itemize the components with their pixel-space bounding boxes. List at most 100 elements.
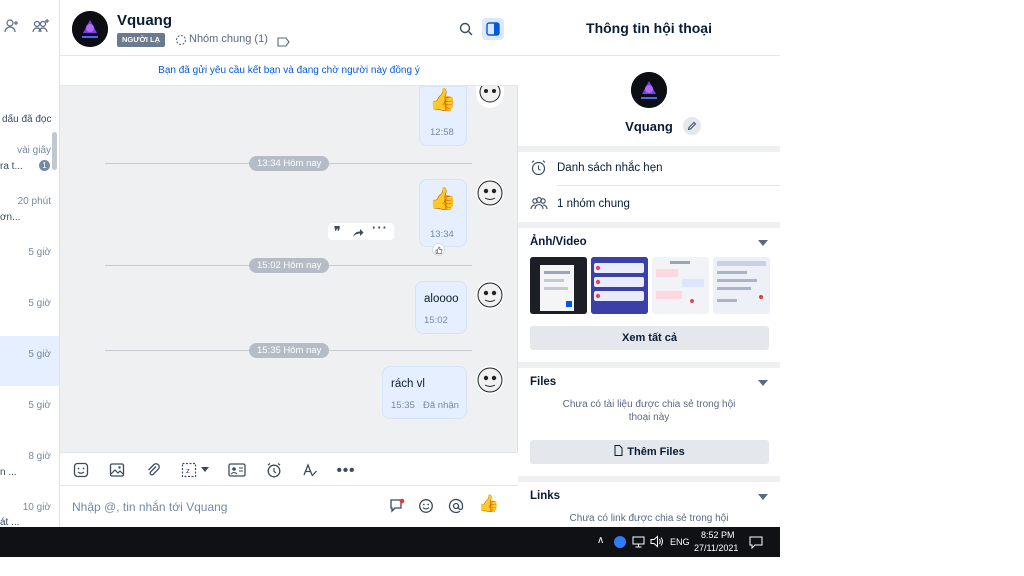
blank-area bbox=[780, 0, 1024, 576]
list-item[interactable]: 10 giờ át ... bbox=[0, 502, 59, 527]
create-group-icon[interactable] bbox=[32, 18, 50, 38]
friend-request-notice: Bạn đã gửi yêu cầu kết bạn và đang chờ n… bbox=[60, 56, 518, 86]
see-all-media-button[interactable]: Xem tất cả bbox=[530, 326, 769, 350]
list-item-preview: n ... bbox=[0, 467, 17, 478]
files-empty-text: Chưa có tài liệu được chia sẻ trong hội … bbox=[562, 399, 736, 423]
sender-avatar[interactable] bbox=[476, 86, 504, 108]
message-time: 15:02 bbox=[424, 315, 448, 326]
react-like-icon[interactable] bbox=[432, 243, 445, 256]
image-icon[interactable] bbox=[107, 460, 127, 480]
chevron-down-icon[interactable] bbox=[201, 467, 209, 472]
zalo-tray-icon[interactable] bbox=[614, 536, 626, 548]
section-separator bbox=[518, 222, 780, 228]
screenshot-icon[interactable]: z bbox=[179, 460, 199, 480]
reminders-link[interactable]: Danh sách nhắc hẹn bbox=[557, 162, 663, 174]
message-input[interactable]: Nhập @, tin nhắn tới Vquang bbox=[72, 500, 227, 514]
list-scrollbar[interactable] bbox=[52, 132, 57, 170]
sender-avatar[interactable] bbox=[476, 366, 504, 394]
message-bubble[interactable]: 👍 12:58 bbox=[419, 86, 467, 146]
message-bubble[interactable]: aloooo 15:02 bbox=[415, 281, 467, 334]
add-files-button[interactable]: Thêm Files bbox=[530, 440, 769, 464]
forward-icon[interactable] bbox=[352, 225, 364, 243]
group-icon bbox=[175, 33, 187, 51]
media-thumbnail[interactable] bbox=[713, 257, 770, 314]
send-like-icon[interactable]: 👍 bbox=[478, 494, 499, 514]
windows-taskbar: ∧ ENG 8:52 PM 27/11/2021 bbox=[0, 527, 780, 557]
chat-panel: Vquang NGƯỜI LẠ Nhóm chung (1) Bạn đã gử… bbox=[60, 0, 518, 527]
edit-name-icon[interactable] bbox=[683, 117, 701, 135]
list-item-selected[interactable]: 5 giờ bbox=[0, 336, 59, 386]
message-text: aloooo bbox=[424, 293, 459, 305]
media-thumbnail[interactable] bbox=[591, 257, 648, 314]
message-composer[interactable]: Nhập @, tin nhắn tới Vquang 👍 bbox=[60, 486, 518, 527]
message-time: 13:34 bbox=[430, 229, 454, 240]
search-icon[interactable] bbox=[455, 18, 477, 40]
media-thumbnail[interactable] bbox=[652, 257, 709, 314]
list-item[interactable]: 5 giờ bbox=[0, 400, 59, 414]
section-separator bbox=[518, 146, 780, 152]
app-root: dấu đã đọc vài giây ra t... 1 20 phút ơn… bbox=[0, 0, 1024, 576]
list-item[interactable]: dấu đã đọc bbox=[0, 114, 59, 128]
quote-icon[interactable]: ❞ bbox=[334, 224, 340, 238]
clock-time[interactable]: 8:52 PM bbox=[701, 530, 735, 540]
info-panel-title: Thông tin hội thoại bbox=[518, 0, 780, 56]
links-section-title[interactable]: Links bbox=[530, 490, 560, 502]
alarm-clock-icon bbox=[530, 159, 547, 181]
list-item[interactable]: 5 giờ bbox=[0, 298, 59, 312]
chevron-down-icon[interactable] bbox=[758, 494, 768, 500]
info-avatar[interactable] bbox=[631, 72, 667, 108]
toggle-info-panel-icon[interactable] bbox=[482, 18, 504, 40]
message-bubble[interactable]: 👍 13:34 bbox=[419, 179, 467, 247]
sender-avatar[interactable] bbox=[476, 179, 504, 207]
avatar[interactable] bbox=[72, 11, 108, 47]
list-item[interactable]: vài giây ra t... 1 bbox=[0, 144, 59, 176]
chevron-up-icon[interactable]: ∧ bbox=[597, 535, 604, 546]
clock-date[interactable]: 27/11/2021 bbox=[694, 543, 738, 553]
add-friend-icon[interactable] bbox=[4, 18, 20, 38]
list-item-time: 5 giờ bbox=[28, 298, 51, 309]
list-item-time: 10 giờ bbox=[22, 502, 51, 513]
chevron-down-icon[interactable] bbox=[758, 240, 768, 246]
notifications-icon[interactable] bbox=[749, 536, 763, 554]
files-section-title[interactable]: Files bbox=[530, 376, 556, 388]
common-groups-link[interactable]: Nhóm chung (1) bbox=[189, 33, 268, 45]
list-item[interactable]: 5 giờ bbox=[0, 247, 59, 261]
volume-icon[interactable] bbox=[650, 535, 664, 553]
more-actions-icon[interactable]: ··· bbox=[372, 220, 388, 235]
common-groups-row[interactable]: 1 nhóm chung bbox=[557, 198, 630, 210]
sticker-icon[interactable] bbox=[71, 460, 91, 480]
network-icon[interactable] bbox=[632, 535, 645, 553]
file-icon bbox=[614, 445, 623, 456]
list-item-time: 5 giờ bbox=[28, 349, 51, 360]
reminder-clock-icon[interactable] bbox=[264, 460, 284, 480]
message-time: 15:35 bbox=[391, 400, 415, 411]
language-indicator[interactable]: ENG bbox=[670, 537, 690, 547]
contact-card-icon[interactable] bbox=[227, 460, 247, 480]
chevron-down-icon[interactable] bbox=[758, 380, 768, 386]
date-divider-label: 15:35 Hôm nay bbox=[249, 343, 330, 358]
sender-avatar[interactable] bbox=[476, 281, 504, 309]
message-time: 12:58 bbox=[430, 127, 454, 138]
list-item-time: 20 phút bbox=[17, 196, 51, 207]
text-format-icon[interactable] bbox=[300, 460, 320, 480]
attachment-icon[interactable] bbox=[143, 460, 163, 480]
mention-icon[interactable] bbox=[448, 498, 464, 519]
media-section-title[interactable]: Ảnh/Video bbox=[530, 236, 587, 248]
chat-header: Vquang NGƯỜI LẠ Nhóm chung (1) bbox=[60, 0, 518, 56]
thumbs-up-sticker: 👍 bbox=[429, 186, 457, 211]
svg-text:z: z bbox=[186, 467, 190, 475]
list-item-preview: ra t... bbox=[0, 161, 23, 172]
section-separator bbox=[518, 476, 780, 482]
emoji-icon[interactable] bbox=[418, 498, 434, 519]
tag-icon[interactable] bbox=[277, 34, 290, 52]
list-item[interactable]: 8 giờ n ... bbox=[0, 451, 59, 483]
media-thumbnail[interactable] bbox=[530, 257, 587, 314]
message-text: rách vl bbox=[391, 378, 425, 390]
date-divider-label: 15:02 Hôm nay bbox=[249, 258, 330, 273]
quick-message-icon[interactable] bbox=[389, 498, 405, 519]
more-options-icon[interactable]: ••• bbox=[336, 460, 356, 480]
list-item[interactable]: 20 phút ơn... bbox=[0, 196, 59, 228]
list-item-time: vài giây bbox=[17, 145, 51, 156]
message-bubble[interactable]: rách vl 15:35 Đã nhận bbox=[382, 366, 467, 419]
group-icon bbox=[530, 196, 548, 215]
